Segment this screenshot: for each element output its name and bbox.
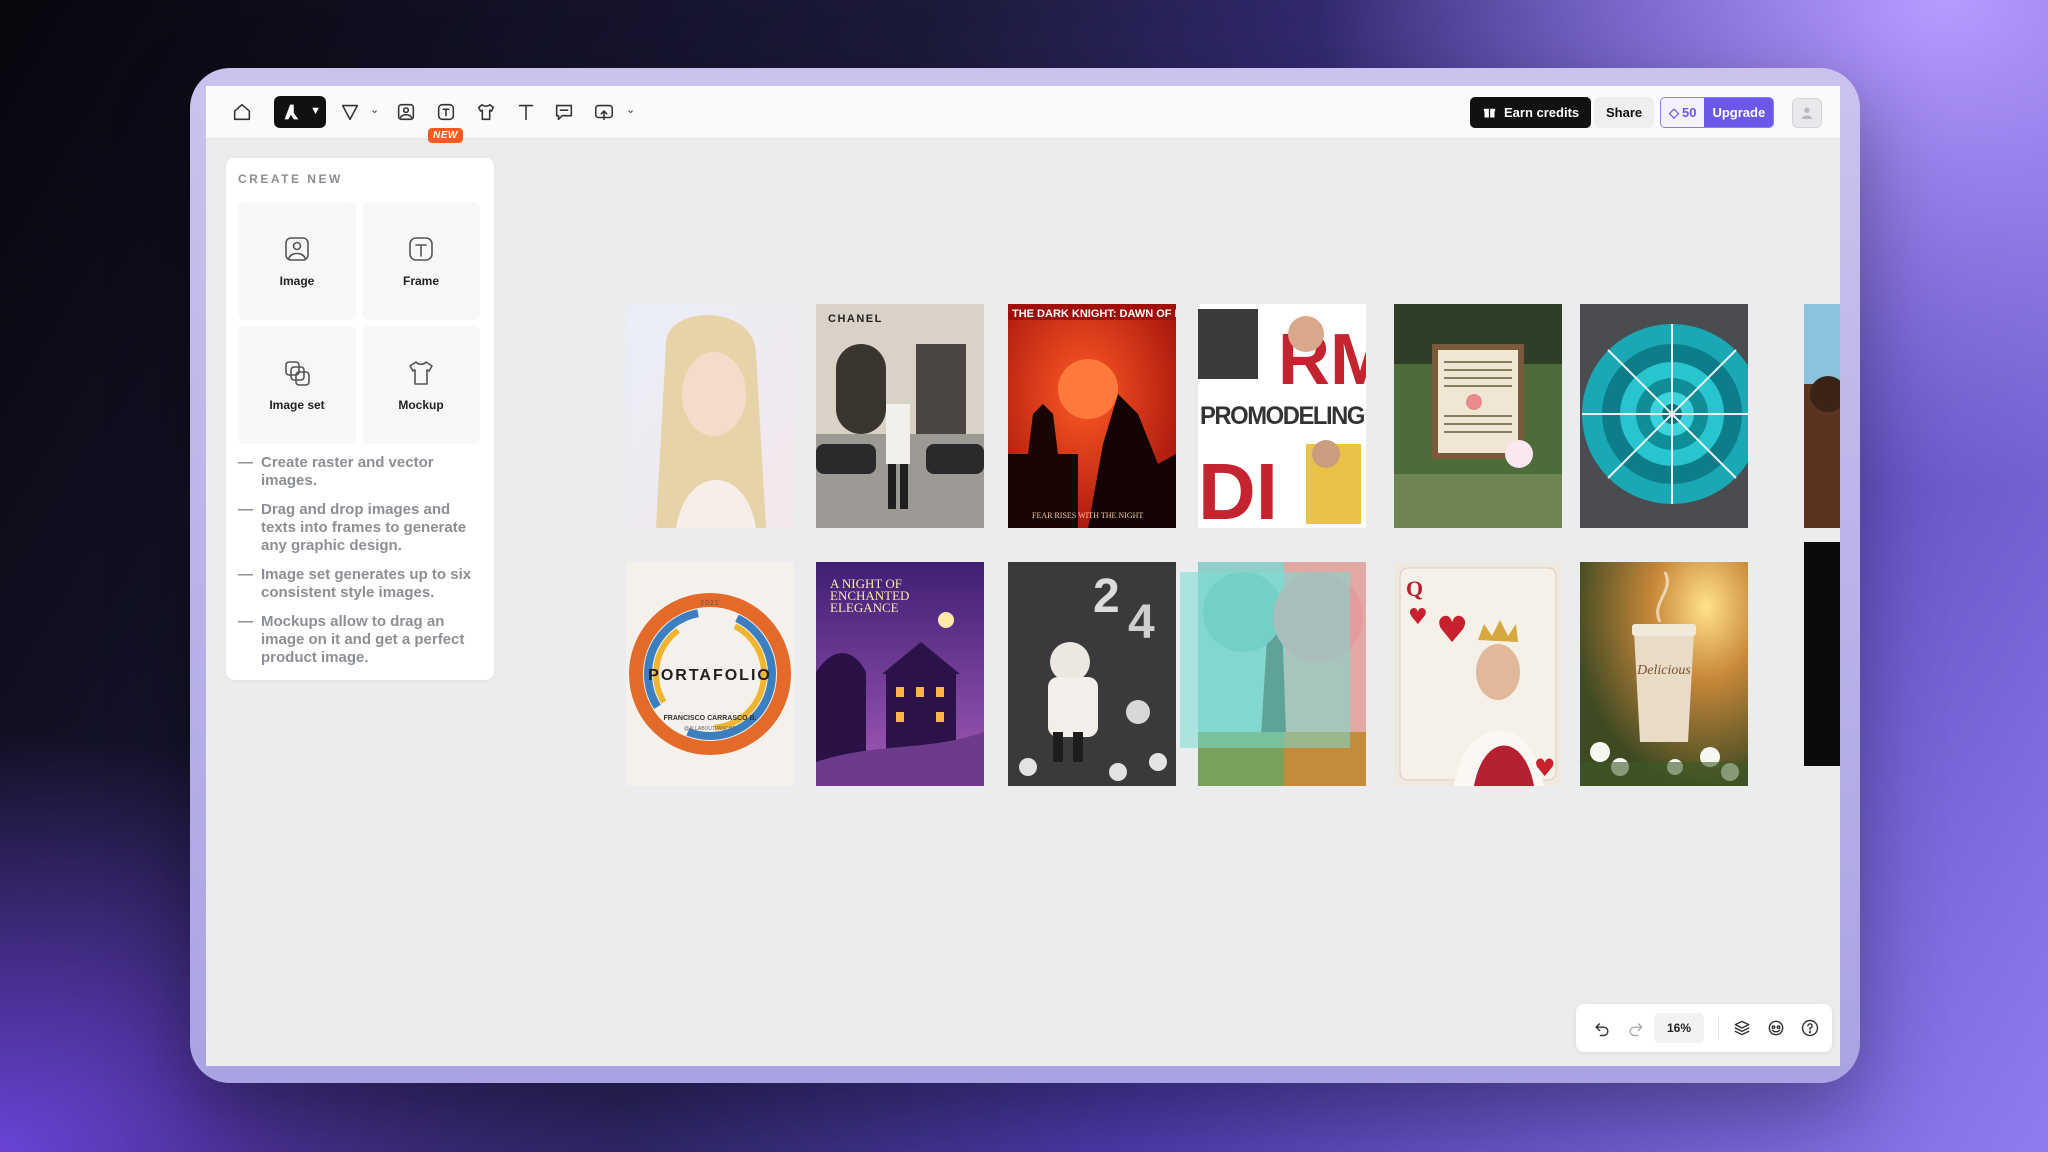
tip-text: Image set generates up to six consistent… [261,566,472,601]
svg-text:♥: ♥ [1408,605,1428,630]
chevron-down-icon[interactable]: ⌄ [626,103,635,116]
frame-tool-icon[interactable] [432,98,460,126]
list-item: — Drag and drop images and texts into fra… [238,501,488,555]
create-image-tile[interactable]: Image [238,202,356,320]
gift-icon [1483,108,1496,118]
card-chanel-street[interactable]: CHANEL [816,304,984,528]
image-set-icon [285,361,310,386]
credits-value: 50 [1682,105,1697,120]
earn-credits-label: Earn credits [1504,105,1580,120]
upgrade-button[interactable]: Upgrade [1704,98,1774,127]
earn-credits-button[interactable]: Earn credits [1470,97,1592,128]
svg-text:DI: DI [1198,447,1278,528]
diamond-icon: ◇ [1669,104,1679,120]
image-icon [285,237,309,261]
poster-title: A NIGHT OF ENCHANTED ELEGANCE [830,578,910,615]
undo-icon[interactable] [1590,1016,1614,1040]
chanel-sign: CHANEL [828,313,883,325]
user-icon [1801,107,1813,119]
create-mockup-tile[interactable]: Mockup [362,326,480,444]
panel-title: CREATE NEW [238,172,343,186]
tip-text: Drag and drop images and texts into fram… [261,501,467,554]
card-partial-right-2[interactable] [1804,542,1840,766]
mockup-tool-icon[interactable] [472,98,500,126]
card-garden-sign[interactable] [1394,304,1562,528]
card-partial-right-1[interactable] [1804,304,1840,528]
comment-tool-icon[interactable] [550,98,578,126]
promodeling-title: PROMODELING [1200,402,1364,430]
svg-text:Q: Q [1406,576,1423,601]
card-portafolio[interactable]: 2021 PORTAFOLIO FRANCISCO CARRASCO B. @A… [626,562,794,786]
layers-icon[interactable] [1730,1016,1754,1040]
home-icon[interactable] [228,98,256,126]
frame-icon [409,237,433,261]
card-blonde-portrait[interactable] [626,304,794,528]
chevron-down-icon: ▼ [310,105,321,117]
list-item: — Create raster and vector images. [238,454,488,490]
avatar[interactable] [1792,98,1822,128]
redo-icon[interactable] [1624,1016,1648,1040]
frame-overlay[interactable] [1180,572,1350,748]
tips-list: — Create raster and vector images. — Drag … [238,454,488,678]
tshirt-icon [409,361,433,385]
portafolio-title: PORTAFOLIO [648,667,772,684]
tile-label: Frame [402,274,440,288]
svg-text:2: 2 [1093,570,1120,623]
tile-label: Image set [269,398,325,412]
logo-menu-button[interactable]: ▼ [274,96,326,128]
share-button[interactable]: Share [1594,97,1655,128]
poster-title: THE DARK KNIGHT: DAWN OF FE [1012,308,1176,320]
poster-tagline: FEAR RISES WITH THE NIGHT [1032,511,1143,520]
image-tool-icon[interactable] [392,98,420,126]
text-tool-icon[interactable] [512,98,540,126]
card-dark-knight[interactable]: THE DARK KNIGHT: DAWN OF FE FEAR RISES W… [1008,304,1176,528]
create-image-set-tile[interactable]: Image set [238,326,356,444]
upgrade-label: Upgrade [1712,105,1766,120]
list-item: — Image set generates up to six consisten… [238,566,488,602]
credits-upgrade-group: ◇ 50 Upgrade [1660,97,1775,128]
card-enchanted-elegance[interactable]: A NIGHT OF ENCHANTED ELEGANCE [816,562,984,786]
divider [1718,1016,1719,1040]
create-new-panel: CREATE NEW Image Frame Image set Mockup … [226,158,494,680]
share-label: Share [1606,105,1643,120]
chevron-down-icon[interactable]: ⌄ [370,103,379,116]
card-coffee-cup[interactable]: Delicious [1580,562,1748,786]
bottom-toolbar: 16% [1576,1004,1832,1052]
tile-label: Image [279,274,315,288]
create-frame-tile[interactable]: Frame [362,202,480,320]
svg-text:♥: ♥ [1534,754,1556,782]
tile-label: Mockup [398,398,444,412]
help-icon[interactable] [1798,1016,1822,1040]
portafolio-handle: @ALLABOUTPANCHO [684,726,736,732]
cup-label: Delicious [1636,663,1691,678]
tip-text: Create raster and vector images. [261,454,434,489]
upload-tool-icon[interactable] [590,98,618,126]
logo-icon [284,104,299,120]
app-window: ▼ ⌄ NEW ⌄ Earn credits Share ◇ 50 Upgrad… [206,86,1840,1066]
zoom-level[interactable]: 16% [1654,1013,1704,1043]
tip-text: Mockups allow to drag an image on it and… [261,613,465,666]
card-birthday-24[interactable]: 2 4 [1008,562,1176,786]
portafolio-author: FRANCISCO CARRASCO B. [664,715,757,722]
card-nautilus[interactable] [1580,304,1748,528]
portafolio-year: 2021 [700,600,720,607]
card-promodeling[interactable]: RM PROMODELING DI [1198,304,1366,528]
top-toolbar: ▼ ⌄ NEW ⌄ Earn credits Share ◇ 50 Upgrad… [206,86,1840,143]
card-queen-of-hearts[interactable]: Q ♥ ♥ ♥ [1394,562,1562,786]
select-tool-icon[interactable] [336,98,364,126]
zoom-value: 16% [1666,1021,1692,1035]
list-item: — Mockups allow to drag an image on it an… [238,613,488,667]
credits-counter[interactable]: ◇ 50 [1661,98,1705,127]
svg-text:♥: ♥ [1436,610,1468,651]
svg-text:4: 4 [1128,596,1155,649]
new-badge: NEW [428,128,463,143]
community-icon[interactable] [1764,1016,1788,1040]
